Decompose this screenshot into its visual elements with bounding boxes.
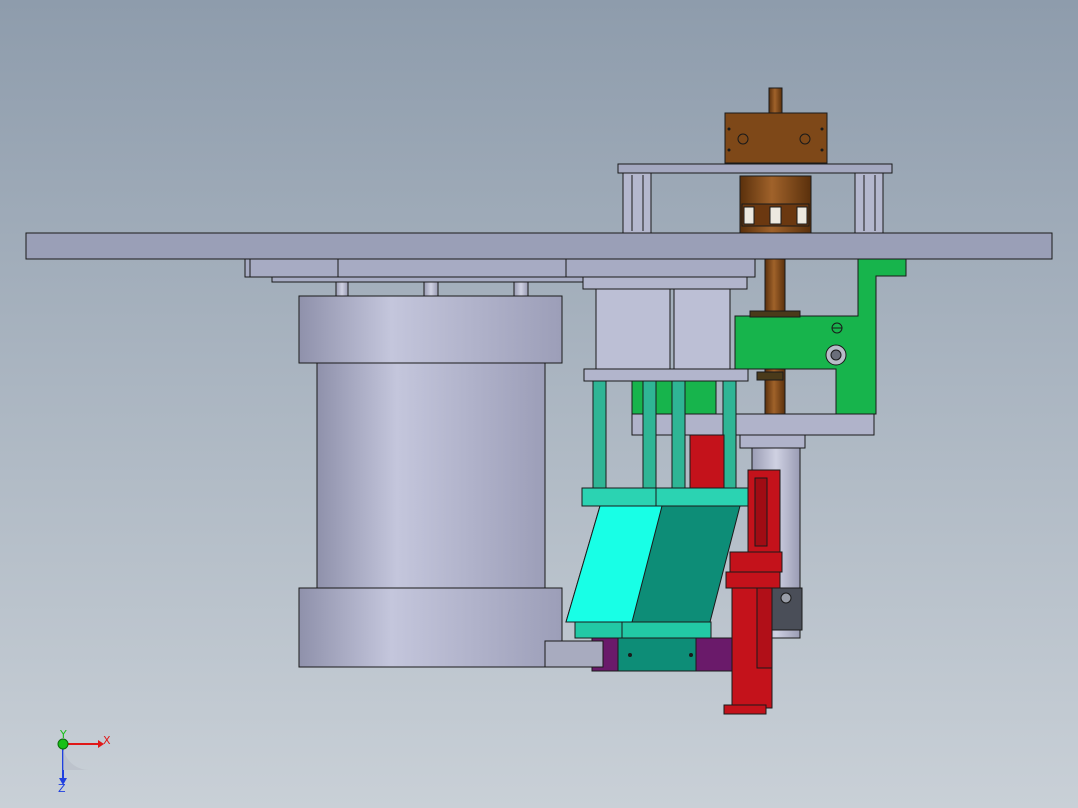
large-cylinder[interactable]	[298, 295, 563, 668]
y-axis-label: Y	[59, 728, 67, 741]
top-frame-plate[interactable]	[617, 163, 893, 174]
purple-base[interactable]	[591, 637, 733, 672]
guide-post-right[interactable]	[854, 172, 884, 234]
guide-rod-1[interactable]	[592, 380, 607, 489]
mid-carrier-plate[interactable]	[631, 413, 875, 449]
z-axis-label: Z	[58, 782, 66, 795]
wedge-top-plate[interactable]	[581, 487, 749, 507]
cylinder-rod-2[interactable]	[423, 281, 439, 297]
cylinder-rod-1[interactable]	[335, 281, 349, 297]
motor-coupling[interactable]	[739, 175, 812, 235]
main-mounting-plate[interactable]	[25, 232, 1053, 260]
guide-block[interactable]	[582, 276, 749, 382]
cad-viewport[interactable]: X Y Z	[0, 0, 1078, 808]
guide-rod-3[interactable]	[671, 380, 686, 489]
x-axis-label: X	[103, 734, 111, 747]
coordinate-triad: X Y Z	[57, 728, 111, 795]
cylinder-rod-3[interactable]	[513, 281, 529, 297]
assembly-model[interactable]: X Y Z	[0, 0, 1078, 808]
sensor-block[interactable]	[771, 587, 803, 631]
wedge-base[interactable]	[574, 621, 712, 639]
guide-post-left[interactable]	[622, 172, 652, 234]
motor-shaft-top[interactable]	[768, 87, 783, 115]
side-stop-block[interactable]	[544, 640, 604, 668]
guide-rod-4[interactable]	[722, 380, 737, 489]
guide-rod-2[interactable]	[642, 380, 657, 489]
motor-body[interactable]	[724, 112, 828, 164]
wedge-block[interactable]	[565, 505, 741, 623]
